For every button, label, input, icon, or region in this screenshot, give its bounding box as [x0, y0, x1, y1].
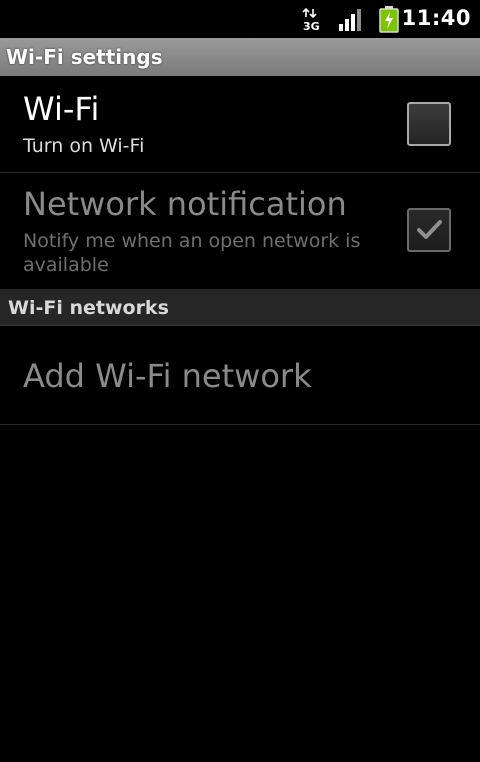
3g-data-icon: 3G	[302, 8, 320, 32]
wifi-title: Wi-Fi	[23, 90, 100, 128]
checkmark-icon	[417, 220, 442, 239]
svg-text:3G: 3G	[303, 20, 320, 32]
wifi-networks-header-label: Wi-Fi networks	[8, 296, 169, 319]
network-notification-row[interactable]: Network notification Notify me when an o…	[0, 173, 480, 290]
network-notification-title: Network notification	[23, 185, 347, 223]
wifi-summary: Turn on Wi-Fi	[23, 135, 145, 157]
network-notification-checkbox[interactable]	[407, 208, 451, 252]
page-title: Wi-Fi settings	[6, 45, 163, 69]
add-wifi-network-row[interactable]: Add Wi-Fi network	[0, 327, 480, 425]
wifi-toggle-row[interactable]: Wi-Fi Turn on Wi-Fi	[0, 76, 480, 173]
network-notification-summary: Notify me when an open network is availa…	[23, 230, 361, 276]
wifi-checkbox[interactable]	[407, 102, 451, 146]
wifi-networks-header: Wi-Fi networks	[0, 290, 480, 326]
battery-charging-icon	[379, 6, 399, 33]
status-time: 11:40	[401, 6, 471, 30]
title-bar: Wi-Fi settings	[0, 38, 480, 76]
add-wifi-network-label: Add Wi-Fi network	[23, 357, 312, 395]
status-bar: 3G 11:40	[0, 0, 480, 38]
signal-strength-icon	[339, 9, 361, 31]
